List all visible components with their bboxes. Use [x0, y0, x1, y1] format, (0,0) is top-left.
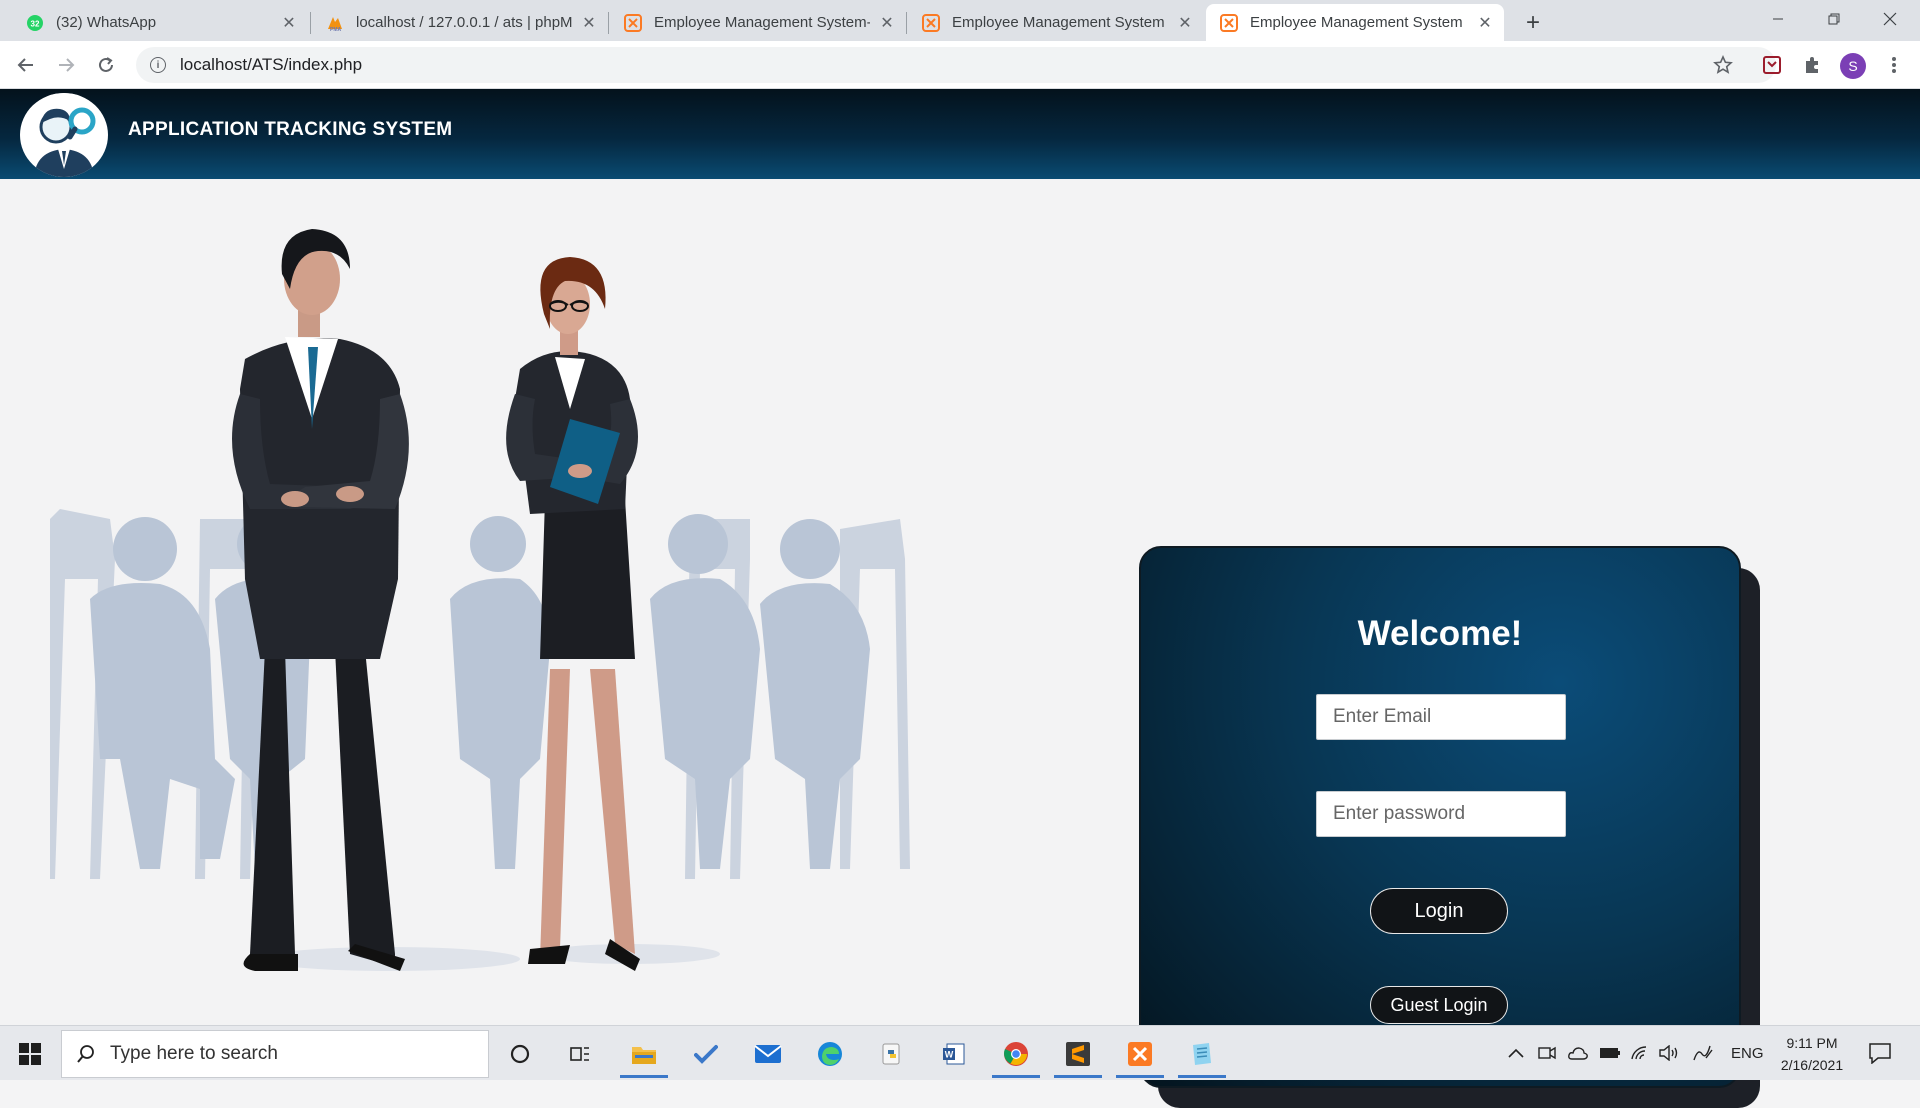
windows-taskbar: Type here to search W ENG 9:11 PM 2/16/2…: [0, 1025, 1920, 1080]
browser-toolbar: i localhost/ATS/index.php S: [0, 41, 1920, 89]
file-explorer-icon[interactable]: [620, 1030, 668, 1078]
main-content: Welcome! Login Guest Login: [0, 179, 1920, 1108]
restore-button[interactable]: [1806, 0, 1862, 38]
tab-title: Employee Management System: [1250, 14, 1463, 31]
pen-workspace-icon[interactable]: [1692, 1040, 1714, 1066]
browser-tab-strip: 32 (32) WhatsApp ✕ PMA localhost / 127.0…: [0, 0, 1920, 41]
site-info-icon[interactable]: i: [150, 57, 166, 73]
xampp-taskbar-icon[interactable]: [1116, 1030, 1164, 1078]
wifi-icon[interactable]: [1630, 1040, 1650, 1066]
tab-title: Employee Management System: [952, 14, 1165, 31]
volume-icon[interactable]: [1658, 1040, 1680, 1066]
pocket-extension-icon[interactable]: [1760, 53, 1784, 77]
chrome-icon[interactable]: [992, 1030, 1040, 1078]
reload-button[interactable]: [90, 49, 122, 81]
tab-title: (32) WhatsApp: [56, 14, 157, 31]
windows-logo-icon: [19, 1042, 41, 1065]
svg-text:W: W: [945, 1050, 954, 1060]
word-icon[interactable]: W: [930, 1030, 978, 1078]
ats-logo[interactable]: [20, 93, 108, 177]
cortana-icon[interactable]: [496, 1030, 544, 1078]
python-icon[interactable]: [868, 1030, 916, 1078]
tab-phpmyadmin[interactable]: PMA localhost / 127.0.0.1 / ats | phpM ✕: [312, 4, 608, 41]
whatsapp-icon: 32: [26, 14, 44, 32]
xampp-icon: [1220, 13, 1238, 32]
password-input[interactable]: [1316, 791, 1566, 837]
tab-employee-management-active[interactable]: Employee Management System ✕: [1206, 4, 1504, 41]
reload-icon: [99, 57, 113, 72]
xampp-icon: [922, 13, 940, 32]
bookmark-star-icon[interactable]: [1711, 53, 1735, 77]
search-icon: [77, 1045, 94, 1063]
tab-separator: [906, 12, 907, 34]
login-button[interactable]: Login: [1370, 888, 1508, 934]
new-tab-button[interactable]: +: [1519, 9, 1547, 37]
svg-text:PMA: PMA: [330, 27, 342, 32]
tab-employee-management-1[interactable]: Employee Management System-I ✕: [610, 4, 906, 41]
svg-text:32: 32: [31, 19, 40, 28]
language-indicator[interactable]: ENG: [1731, 1040, 1764, 1066]
close-tab-icon[interactable]: ✕: [280, 14, 298, 32]
clock-time: 9:11 PM: [1786, 1035, 1838, 1051]
tab-separator: [608, 12, 609, 34]
edge-icon[interactable]: [806, 1030, 854, 1078]
guest-login-button[interactable]: Guest Login: [1370, 986, 1508, 1024]
taskbar-clock[interactable]: 9:11 PM 2/16/2021: [1770, 1032, 1854, 1076]
tab-whatsapp[interactable]: 32 (32) WhatsApp ✕: [12, 4, 308, 41]
close-tab-icon[interactable]: ✕: [878, 14, 896, 32]
clock-date: 2/16/2021: [1780, 1057, 1844, 1073]
back-button[interactable]: [10, 49, 42, 81]
search-placeholder: Type here to search: [110, 1043, 278, 1064]
battery-icon[interactable]: [1599, 1040, 1621, 1066]
close-tab-icon[interactable]: ✕: [580, 14, 598, 32]
close-tab-icon[interactable]: ✕: [1176, 14, 1194, 32]
welcome-heading: Welcome!: [1357, 614, 1523, 653]
tab-title: localhost / 127.0.0.1 / ats | phpM: [356, 14, 572, 31]
show-hidden-icons-chevron-icon[interactable]: [1508, 1040, 1524, 1066]
address-bar[interactable]: i localhost/ATS/index.php: [136, 47, 1776, 83]
onedrive-cloud-icon[interactable]: [1568, 1040, 1588, 1066]
site-title: APPLICATION TRACKING SYSTEM: [128, 119, 453, 140]
taskbar-search-box[interactable]: Type here to search: [61, 1030, 489, 1078]
login-card: Welcome! Login Guest Login: [1139, 546, 1741, 1088]
sublime-icon[interactable]: [1054, 1030, 1102, 1078]
notifications-icon[interactable]: [1868, 1040, 1892, 1066]
forward-arrow-icon: [59, 58, 75, 72]
email-input[interactable]: [1316, 694, 1566, 740]
tab-employee-management-2[interactable]: Employee Management System ✕: [908, 4, 1204, 41]
tab-title: Employee Management System-I: [654, 14, 870, 31]
todo-icon[interactable]: [682, 1030, 730, 1078]
forward-button[interactable]: [50, 49, 82, 81]
notepad-icon[interactable]: [1178, 1030, 1226, 1078]
back-arrow-icon: [17, 58, 33, 72]
start-button[interactable]: [0, 1026, 60, 1081]
extensions-puzzle-icon[interactable]: [1800, 53, 1824, 77]
tab-separator: [310, 12, 311, 34]
profile-avatar[interactable]: S: [1840, 53, 1866, 79]
xampp-icon: [624, 13, 642, 32]
task-view-icon[interactable]: [556, 1030, 604, 1078]
business-team-illustration: [50, 229, 910, 971]
businessman-figure: [232, 229, 409, 971]
url-text: localhost/ATS/index.php: [180, 55, 363, 74]
meet-now-icon[interactable]: [1538, 1040, 1556, 1066]
phpmyadmin-icon: PMA: [326, 14, 344, 32]
menu-kebab-icon[interactable]: [1882, 53, 1906, 77]
close-tab-icon[interactable]: ✕: [1476, 14, 1494, 32]
minimize-button[interactable]: [1750, 0, 1806, 38]
close-window-button[interactable]: [1862, 0, 1918, 38]
site-header: APPLICATION TRACKING SYSTEM: [0, 89, 1920, 179]
mail-icon[interactable]: [744, 1030, 792, 1078]
